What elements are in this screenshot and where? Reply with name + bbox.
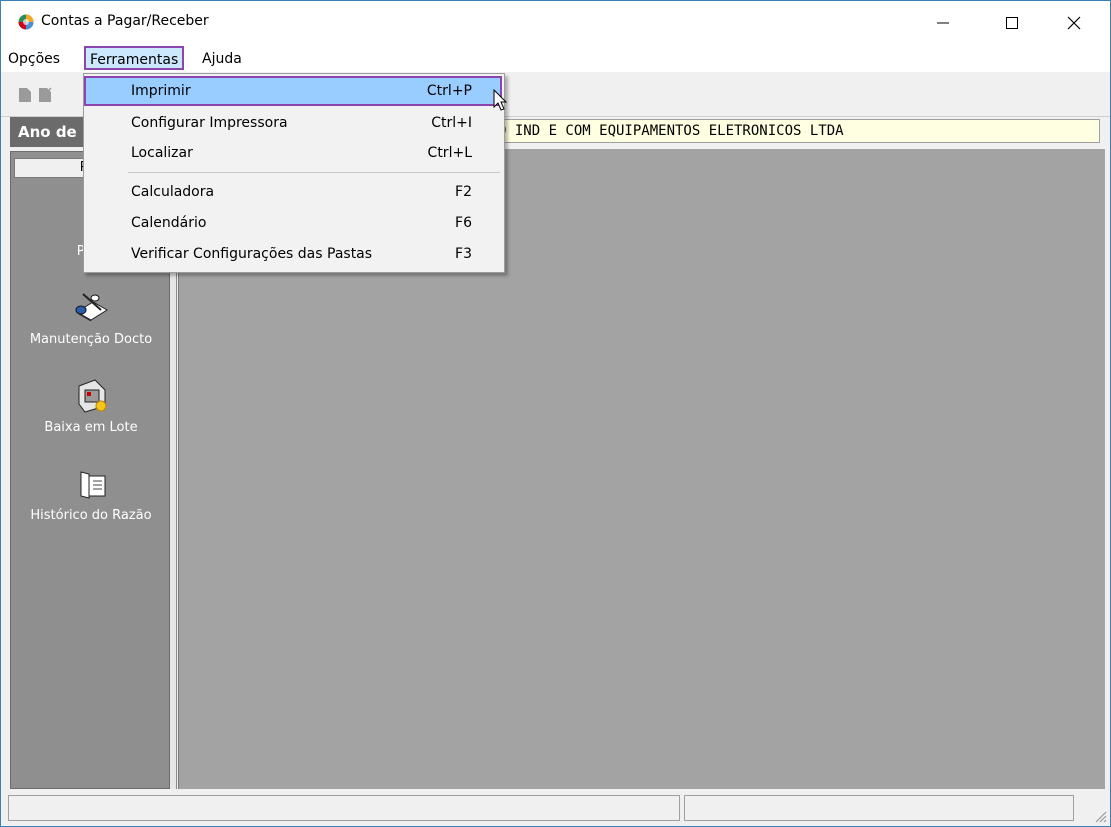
menu-bar: Opções Ferramentas Ajuda: [1, 45, 1110, 72]
menu-item-verificar-configuracoes[interactable]: Verificar Configurações das Pastas F3: [84, 239, 502, 269]
minimize-icon: [937, 22, 949, 24]
menu-item-label: Calendário: [131, 215, 207, 231]
app-logo-icon: [18, 14, 34, 30]
menu-item-calculadora[interactable]: Calculadora F2: [84, 177, 502, 207]
menu-item-label: Calculadora: [131, 184, 215, 200]
year-label: Ano de: [18, 123, 77, 141]
mouse-pointer-icon: [493, 89, 508, 111]
ledger-history-icon: [80, 471, 106, 499]
status-bar: [1, 791, 1110, 826]
maximize-icon: [1006, 17, 1018, 29]
status-panel-right: [684, 795, 1074, 821]
status-panel-left: [8, 795, 680, 821]
open-document-icon[interactable]: [38, 87, 52, 103]
menu-item-shortcut: F6: [455, 215, 472, 231]
resize-grip-icon[interactable]: [1091, 807, 1107, 823]
maximize-button[interactable]: [989, 1, 1035, 45]
document-maintenance-icon: [75, 293, 108, 322]
sidebar-item-historico-razao[interactable]: Histórico do Razão: [11, 464, 171, 523]
sidebar-item-baixa-em-lote[interactable]: Baixa em Lote: [11, 376, 171, 435]
window-title: Contas a Pagar/Receber: [41, 13, 209, 29]
menu-item-shortcut: Ctrl+P: [426, 83, 472, 99]
menu-ajuda[interactable]: Ajuda: [197, 48, 247, 70]
menu-item-calendario[interactable]: Calendário F6: [84, 208, 502, 238]
sidebar-item-label: Manutenção Docto: [29, 332, 153, 347]
batch-writeoff-icon: [78, 379, 107, 413]
menu-item-localizar[interactable]: Localizar Ctrl+L: [84, 138, 502, 168]
menu-item-shortcut: Ctrl+L: [427, 145, 472, 161]
title-bar[interactable]: Contas a Pagar/Receber: [1, 1, 1110, 45]
minimize-button[interactable]: [920, 1, 966, 45]
close-button[interactable]: [1051, 1, 1097, 45]
sidebar-item-manutencao-docto[interactable]: Manutenção Docto: [11, 288, 171, 347]
menu-item-label: Configurar Impressora: [131, 115, 288, 131]
ferramentas-dropdown-menu: Imprimir Ctrl+P Configurar Impressora Ct…: [83, 73, 505, 273]
menu-item-shortcut: F3: [455, 246, 472, 262]
menu-item-imprimir[interactable]: Imprimir Ctrl+P: [84, 76, 502, 106]
sidebar-item-label: Baixa em Lote: [44, 420, 138, 435]
menu-item-label: Localizar: [131, 145, 193, 161]
menu-item-label: Imprimir: [131, 83, 191, 99]
menu-ferramentas[interactable]: Ferramentas: [84, 46, 185, 70]
menu-separator: [128, 172, 500, 173]
company-name-label: O IND E COM EQUIPAMENTOS ELETRONICOS LTD…: [491, 119, 1100, 143]
menu-opcoes[interactable]: Opções: [3, 48, 65, 70]
menu-item-label: Verificar Configurações das Pastas: [131, 246, 373, 262]
sidebar-item-label: Histórico do Razão: [30, 508, 152, 523]
new-document-icon[interactable]: [18, 87, 32, 103]
close-icon: [1067, 16, 1081, 30]
menu-item-shortcut: Ctrl+I: [431, 115, 472, 131]
menu-item-shortcut: F2: [455, 184, 472, 200]
app-window: Contas a Pagar/Receber Opções Ferramenta…: [0, 0, 1111, 827]
menu-item-configurar-impressora[interactable]: Configurar Impressora Ctrl+I: [84, 108, 502, 138]
